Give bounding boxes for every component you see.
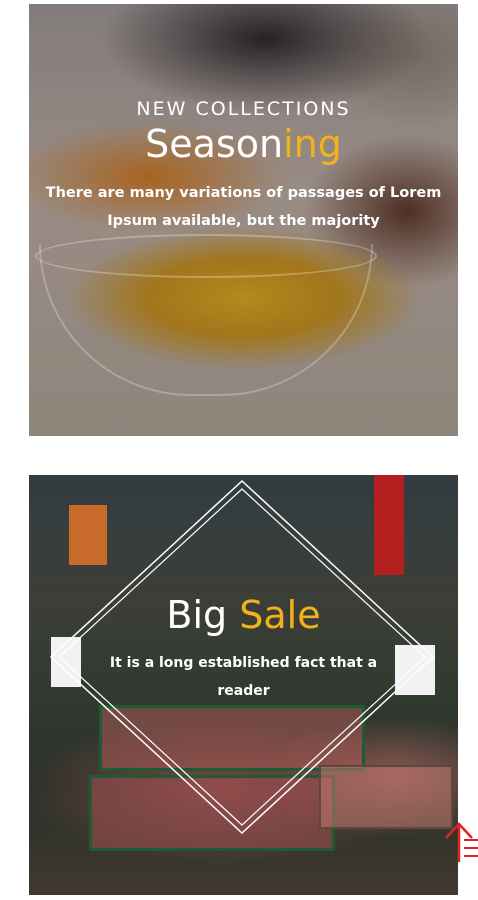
banner-description: It is a long established fact that a rea… [109, 655, 378, 699]
title-main: Big [166, 593, 228, 637]
double-up-arrow-icon [445, 822, 478, 862]
scroll-top-button[interactable] [440, 818, 478, 866]
banner-description: There are many variations of passages of… [45, 185, 442, 229]
banner-title: Big Sale [29, 593, 458, 637]
banner-title: Seasoning [29, 122, 458, 166]
title-accent: ing [283, 122, 342, 166]
seasoning-banner[interactable]: NEW COLLECTIONS Seasoning There are many… [29, 4, 458, 436]
title-main: Season [145, 122, 284, 166]
bowl-rim-shape [35, 234, 377, 278]
banner-kicker: NEW COLLECTIONS [136, 98, 351, 120]
title-accent: Sale [239, 593, 321, 637]
big-sale-banner[interactable]: Big Sale It is a long established fact t… [29, 475, 458, 895]
